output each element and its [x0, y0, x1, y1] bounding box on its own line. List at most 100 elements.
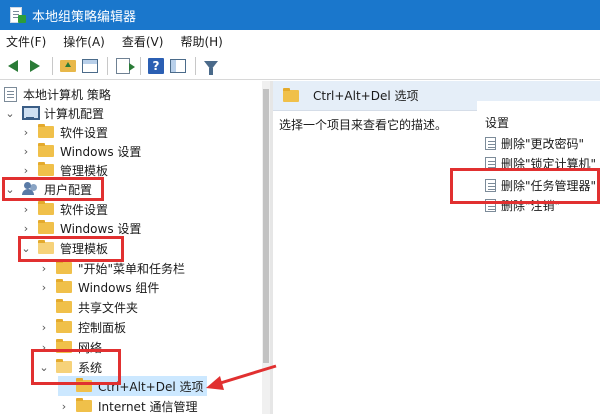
tree-item-uc-software[interactable]: › 软件设置 — [20, 199, 108, 219]
menu-help[interactable]: 帮助(H) — [180, 33, 222, 50]
tree-item-internet[interactable]: › Internet 通信管理 — [58, 396, 197, 414]
policy-setting-icon — [485, 136, 496, 150]
toolbar-separator — [140, 56, 141, 75]
tree-item-label: Windows 设置 — [60, 221, 142, 236]
policy-setting-icon — [485, 156, 496, 170]
folder-open-icon — [38, 240, 54, 254]
chevron-right-icon[interactable]: › — [20, 203, 32, 216]
tree-scrollbar[interactable] — [262, 81, 270, 414]
setting-item-label: 删除"更改密码" — [501, 136, 585, 151]
tree-item-root[interactable]: 本地计算机 策略 — [4, 84, 111, 104]
policy-setting-icon — [485, 178, 496, 192]
tree-item-cc-windows[interactable]: › Windows 设置 — [20, 141, 141, 161]
tree-item-win-components[interactable]: › Windows 组件 — [38, 277, 159, 297]
folder-icon — [56, 299, 72, 313]
computer-icon — [22, 106, 40, 120]
tree-item-label: 计算机配置 — [44, 106, 105, 121]
folder-icon — [76, 378, 92, 392]
toolbar-separator — [52, 56, 53, 75]
back-arrow-icon[interactable] — [3, 56, 23, 76]
folder-icon — [38, 143, 54, 157]
toolbar: ? — [0, 52, 600, 80]
tree-item-label: 系统 — [78, 360, 103, 375]
tree-item-uc-admin[interactable]: ⌄ 管理模板 — [20, 238, 108, 258]
tree-item-label: 管理模板 — [60, 241, 109, 256]
folder-icon — [38, 220, 54, 234]
tree-item-network[interactable]: › 网络 — [38, 337, 102, 357]
tree-item-label: Windows 设置 — [60, 144, 142, 159]
tree-item-label: Windows 组件 — [78, 280, 160, 295]
folder-icon — [56, 260, 72, 274]
tree-item-label: 软件设置 — [60, 202, 109, 217]
tree-item-label: 用户配置 — [44, 182, 93, 197]
tree-item-user-config[interactable]: ⌄ 用户配置 — [4, 179, 92, 199]
policy-setting-icon — [485, 198, 496, 212]
grid-view-icon[interactable] — [80, 56, 100, 76]
tree-item-label: 共享文件夹 — [78, 300, 139, 315]
tree-item-label: 本地计算机 策略 — [23, 87, 111, 102]
policy-tree-pane: 本地计算机 策略 ⌄ 计算机配置 › 软件设置 › Windows 设置 › 管… — [0, 81, 262, 414]
policy-editor-app-icon — [8, 7, 26, 23]
menu-bar: 文件(F) 操作(A) 查看(V) 帮助(H) — [0, 30, 600, 52]
toolbar-separator — [195, 56, 196, 75]
tree-item-cc-admin[interactable]: › 管理模板 — [20, 160, 108, 180]
menu-view[interactable]: 查看(V) — [122, 33, 164, 50]
setting-item-label: 删除"任务管理器" — [501, 178, 597, 193]
settings-column-header[interactable]: 设置 — [485, 114, 509, 131]
folder-icon — [38, 124, 54, 138]
details-description: 选择一个项目来查看它的描述。 — [279, 118, 448, 132]
tree-item-label: Ctrl+Alt+Del 选项 — [98, 379, 204, 394]
menu-file[interactable]: 文件(F) — [6, 33, 46, 50]
chevron-right-icon[interactable]: › — [20, 126, 32, 139]
help-icon[interactable]: ? — [146, 56, 166, 76]
folder-icon — [56, 339, 72, 353]
chevron-down-icon[interactable]: ⌄ — [20, 242, 32, 255]
settings-list: 设置 删除"更改密码" 删除"锁定计算机" 删除"任务管理器" 删除"注销" — [477, 101, 600, 414]
setting-item[interactable]: 删除"锁定计算机" — [485, 153, 596, 173]
view-icon[interactable] — [168, 56, 188, 76]
chevron-right-icon[interactable]: › — [38, 341, 50, 354]
setting-item[interactable]: 删除"注销" — [485, 195, 560, 215]
chevron-right-icon[interactable]: › — [20, 222, 32, 235]
chevron-down-icon[interactable]: ⌄ — [4, 107, 16, 120]
tree-item-label: Internet 通信管理 — [98, 399, 198, 414]
chevron-right-icon[interactable]: › — [20, 145, 32, 158]
toolbar-separator — [107, 56, 108, 75]
folder-icon — [76, 398, 92, 412]
setting-item[interactable]: 删除"更改密码" — [485, 133, 584, 153]
window-title: 本地组策略编辑器 — [32, 9, 137, 25]
setting-item[interactable]: 删除"任务管理器" — [485, 175, 596, 195]
tree-item-shared-folders[interactable]: 共享文件夹 — [38, 297, 138, 317]
setting-item-label: 删除"锁定计算机" — [501, 156, 597, 171]
filter-icon[interactable] — [201, 56, 221, 76]
folder-icon — [56, 279, 72, 293]
tree-item-label: "开始"菜单和任务栏 — [78, 261, 186, 276]
chevron-right-icon[interactable]: › — [38, 281, 50, 294]
forward-arrow-icon[interactable] — [25, 56, 45, 76]
chevron-right-icon[interactable]: › — [20, 164, 32, 177]
tree-item-label: 软件设置 — [60, 125, 109, 140]
chevron-right-icon[interactable]: › — [38, 321, 50, 334]
setting-item-label: 删除"注销" — [501, 198, 561, 213]
tree-item-label: 网络 — [78, 340, 103, 355]
tree-item-system[interactable]: ⌄ 系统 — [38, 357, 102, 377]
scrollbar-thumb[interactable] — [263, 89, 269, 363]
export-icon[interactable] — [113, 56, 135, 76]
folder-up-icon[interactable] — [58, 56, 78, 76]
tree-item-computer-config[interactable]: ⌄ 计算机配置 — [4, 103, 104, 123]
tree-item-start-menu[interactable]: › "开始"菜单和任务栏 — [38, 258, 185, 278]
tree-item-control-panel[interactable]: › 控制面板 — [38, 317, 126, 337]
menu-action[interactable]: 操作(A) — [63, 33, 105, 50]
tree-item-cc-software[interactable]: › 软件设置 — [20, 122, 108, 142]
tree-item-ctrl-alt-del[interactable]: Ctrl+Alt+Del 选项 — [58, 376, 208, 396]
chevron-right-icon[interactable]: › — [38, 262, 50, 275]
chevron-down-icon[interactable]: ⌄ — [4, 183, 16, 196]
chevron-down-icon[interactable]: ⌄ — [38, 361, 50, 374]
tree-item-uc-windows[interactable]: › Windows 设置 — [20, 218, 141, 238]
folder-icon — [56, 319, 72, 333]
chevron-right-icon[interactable]: › — [58, 400, 70, 413]
title-bar: 本地组策略编辑器 — [0, 0, 600, 30]
folder-open-icon — [56, 359, 72, 373]
users-icon — [22, 182, 38, 196]
tree-item-label: 控制面板 — [78, 320, 127, 335]
